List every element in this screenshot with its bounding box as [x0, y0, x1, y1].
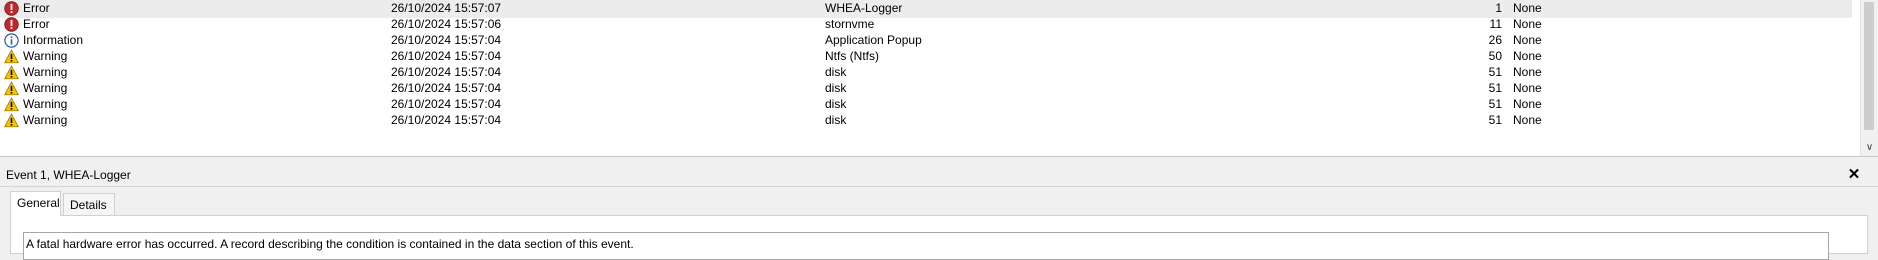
- event-id: 51: [1488, 113, 1502, 127]
- event-detail-header: Event 1, WHEA-Logger ✕: [0, 164, 1878, 187]
- warning-icon: [4, 97, 19, 112]
- warning-icon: [4, 65, 19, 80]
- tab-general[interactable]: General: [10, 191, 61, 216]
- event-row[interactable]: Warning 26/10/2024 15:57:04 disk 51 None: [0, 111, 1852, 130]
- vertical-scrollbar[interactable]: ∨: [1860, 0, 1878, 156]
- event-task-category: None: [1513, 113, 1542, 127]
- event-source: disk: [825, 113, 847, 127]
- scrollbar-thumb[interactable]: [1864, 2, 1874, 130]
- general-tab-panel: A fatal hardware error has occurred. A r…: [10, 215, 1868, 260]
- information-icon: [4, 33, 19, 48]
- event-level: Warning: [23, 113, 68, 127]
- event-date: 26/10/2024 15:57:04: [391, 113, 502, 127]
- chevron-down-icon[interactable]: ∨: [1863, 142, 1876, 154]
- error-icon: [4, 1, 19, 16]
- event-list: Error 26/10/2024 15:57:07 WHEA-Logger 1 None…: [0, 0, 1878, 157]
- warning-icon: [4, 49, 19, 64]
- event-description[interactable]: A fatal hardware error has occurred. A r…: [23, 232, 1829, 260]
- warning-icon: [4, 113, 19, 128]
- warning-icon: [4, 81, 19, 96]
- close-icon[interactable]: ✕: [1846, 164, 1862, 186]
- event-detail-title: Event 1, WHEA-Logger: [6, 168, 131, 182]
- error-icon: [4, 17, 19, 32]
- tab-details[interactable]: Details: [63, 193, 115, 215]
